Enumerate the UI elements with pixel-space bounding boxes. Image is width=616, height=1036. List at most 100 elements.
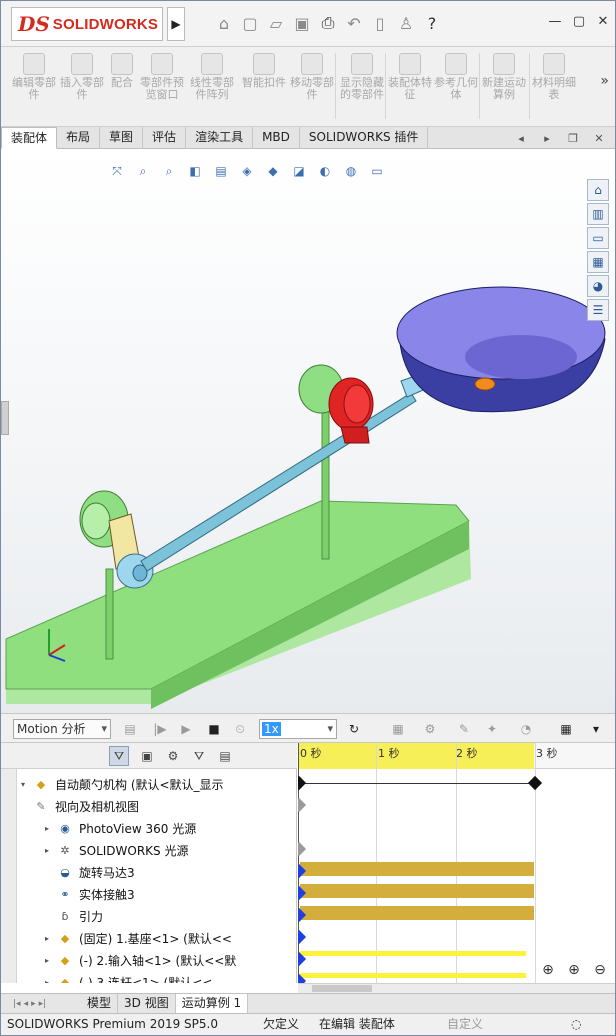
add-key-icon[interactable]: ✦ xyxy=(483,720,501,738)
autokey-icon[interactable]: ✎ xyxy=(455,720,473,738)
graphics-area[interactable]: ⤧ ⌕ ⌕ ◧ ▤ ◈ ◆ ◪ ◐ ◍ ▭ ⌂ ▥ ▭ ▦ ◕ ☰ xyxy=(1,149,615,713)
expand-toggle-icon[interactable]: ▸ xyxy=(41,846,53,855)
zoom-to-fit-icon[interactable]: ⊕ xyxy=(537,959,559,981)
print-icon[interactable]: ⎙ xyxy=(317,11,339,35)
next-tab-icon[interactable]: ▸ xyxy=(539,130,555,146)
tab-render-tools[interactable]: 渲染工具 xyxy=(186,127,254,149)
design-library-icon[interactable]: ▥ xyxy=(587,203,609,225)
expand-toggle-icon[interactable]: ▸ xyxy=(41,934,53,943)
last-tab-icon[interactable]: ▸| xyxy=(39,999,47,1009)
file-explorer-icon[interactable]: ▭ xyxy=(587,227,609,249)
tab-sketch[interactable]: 草图 xyxy=(100,127,144,149)
tree-item[interactable]: ▸ ◆ (-) 3.连杆<1> (默认<< xyxy=(41,971,212,984)
zoom-in-icon[interactable]: ⊕ xyxy=(563,959,585,981)
study-type-select[interactable]: Motion 分析 xyxy=(13,719,111,739)
tab-scroll-arrows[interactable]: |◂ ◂ ▸ ▸| xyxy=(1,994,81,1013)
tab-evaluate[interactable]: 评估 xyxy=(143,127,187,149)
expand-toggle-icon[interactable]: ▾ xyxy=(17,780,29,789)
motor-bar[interactable] xyxy=(300,862,534,876)
home-icon[interactable]: ⌂ xyxy=(213,11,235,35)
save-icon[interactable]: ▣ xyxy=(291,11,313,35)
custom-properties-icon[interactable]: ☰ xyxy=(587,299,609,321)
close-icon[interactable]: ✕ xyxy=(595,13,611,29)
keyframe[interactable] xyxy=(298,775,307,791)
solidworks-resources-icon[interactable]: ⌂ xyxy=(587,179,609,201)
motor-tool-icon[interactable]: ◔ xyxy=(517,720,535,738)
view-palette-icon[interactable]: ▦ xyxy=(587,251,609,273)
edit-component-button[interactable]: 编辑零部件 xyxy=(11,49,57,123)
tree-item[interactable]: ▸ ◉ PhotoView 360 光源 xyxy=(41,817,196,839)
linear-pattern-button[interactable]: 线性零部件阵列 xyxy=(189,49,235,123)
first-tab-icon[interactable]: |◂ xyxy=(13,999,21,1009)
calculate-icon[interactable]: ▤ xyxy=(121,720,139,738)
tree-item[interactable]: ▾ ◆ 自动颠勺机构 (默认<默认_显示 xyxy=(17,773,224,795)
prev-tab-icon[interactable]: ◂ xyxy=(513,130,529,146)
tree-item[interactable]: ▸ ✲ SOLIDWORKS 光源 xyxy=(41,839,189,861)
move-component-button[interactable]: 移动零部件 xyxy=(289,49,335,123)
feature-manager-handle[interactable] xyxy=(1,401,9,435)
gravity-bar[interactable] xyxy=(300,906,534,920)
loop-icon[interactable]: ↻ xyxy=(345,720,363,738)
filter-driving-icon[interactable]: ⚙ xyxy=(163,746,183,766)
assembly-features-button[interactable]: 装配体特征 xyxy=(387,49,433,123)
reference-geometry-button[interactable]: 参考几何体 xyxy=(433,49,479,123)
tree-item[interactable]: ɓ 引力 xyxy=(57,905,104,927)
save-animation-icon[interactable]: ▦ xyxy=(389,720,407,738)
tab-addins[interactable]: SOLIDWORKS 插件 xyxy=(300,127,429,149)
expand-toggle-icon[interactable]: ▸ xyxy=(41,978,53,984)
units-state[interactable]: 自定义 xyxy=(447,1014,483,1035)
tree-item[interactable]: ▸ ◆ (固定) 1.基座<1> (默认<< xyxy=(41,927,232,949)
assembly-model[interactable] xyxy=(1,149,615,713)
results-plot-icon[interactable]: ▦ xyxy=(557,720,575,738)
keyframe[interactable] xyxy=(298,929,307,945)
keyframe[interactable] xyxy=(298,841,307,857)
ribbon-more-icon[interactable]: » xyxy=(600,73,609,89)
next-tab-icon[interactable]: ▸ xyxy=(31,999,36,1009)
expand-toolbar-icon[interactable]: ▾ xyxy=(587,720,605,738)
appearances-icon[interactable]: ◕ xyxy=(587,275,609,297)
restore-icon[interactable]: ❐ xyxy=(565,130,581,146)
minimize-icon[interactable]: — xyxy=(547,13,563,29)
tab-model[interactable]: 模型 xyxy=(81,994,119,1013)
component-bar[interactable] xyxy=(300,951,526,956)
playback-mode-icon[interactable]: ⏲ xyxy=(231,720,249,738)
tab-3d-views[interactable]: 3D 视图 xyxy=(118,994,176,1013)
component-preview-button[interactable]: 零部件预览窗口 xyxy=(139,49,185,123)
contact-bar[interactable] xyxy=(300,884,534,898)
play-from-start-icon[interactable]: |▶ xyxy=(151,720,169,738)
tree-item[interactable]: ◒ 旋转马达3 xyxy=(57,861,134,883)
filter-results-icon[interactable]: ▤ xyxy=(215,746,235,766)
component-bar[interactable] xyxy=(300,973,526,978)
prev-tab-icon[interactable]: ◂ xyxy=(24,999,29,1009)
tab-assembly[interactable]: 装配体 xyxy=(1,127,58,149)
maximize-icon[interactable]: ▢ xyxy=(571,13,587,29)
tab-mbd[interactable]: MBD xyxy=(253,127,300,149)
expand-toggle-icon[interactable]: ▸ xyxy=(41,824,53,833)
stop-icon[interactable]: ■ xyxy=(205,720,223,738)
show-hidden-button[interactable]: 显示隐藏的零部件 xyxy=(339,49,385,123)
tree-item[interactable]: ⚭ 实体接触3 xyxy=(57,883,134,905)
play-icon[interactable]: ▶ xyxy=(177,720,195,738)
tree-item[interactable]: ✎ 视向及相机视图 xyxy=(33,795,139,817)
undo-icon[interactable]: ↶ xyxy=(343,11,365,35)
keyframe[interactable] xyxy=(527,775,543,791)
expand-menu-button[interactable]: ▶ xyxy=(167,7,185,41)
animation-wizard-icon[interactable]: ⚙ xyxy=(421,720,439,738)
filter-selected-icon[interactable]: ⛛ xyxy=(189,746,209,766)
tree-scrollbar[interactable] xyxy=(1,769,17,983)
scrollbar-thumb[interactable] xyxy=(312,985,372,992)
tree-item[interactable]: ▸ ◆ (-) 2.输入轴<1> (默认<<默 xyxy=(41,949,236,971)
new-motion-study-button[interactable]: 新建运动算例 xyxy=(481,49,527,123)
solidworks-logo[interactable]: DS SOLIDWORKS xyxy=(11,7,163,41)
expand-toggle-icon[interactable]: ▸ xyxy=(41,956,53,965)
bill-of-materials-button[interactable]: 材料明细表 xyxy=(531,49,577,123)
tab-motion-study[interactable]: 运动算例 1 xyxy=(175,994,249,1013)
status-options-icon[interactable]: ◌ xyxy=(571,1014,581,1035)
help-icon[interactable]: ? xyxy=(421,11,443,35)
smart-fasteners-button[interactable]: 智能扣件 xyxy=(241,49,287,123)
select-icon[interactable]: ▯ xyxy=(369,11,391,35)
new-document-icon[interactable]: ▢ xyxy=(239,11,261,35)
motion-timeline[interactable]: 0 秒 1 秒 2 秒 3 秒 ⊕ ⊕ ⊖ xyxy=(298,743,615,983)
filter-icon[interactable]: ⛛ xyxy=(109,746,129,766)
tab-layout[interactable]: 布局 xyxy=(57,127,101,149)
